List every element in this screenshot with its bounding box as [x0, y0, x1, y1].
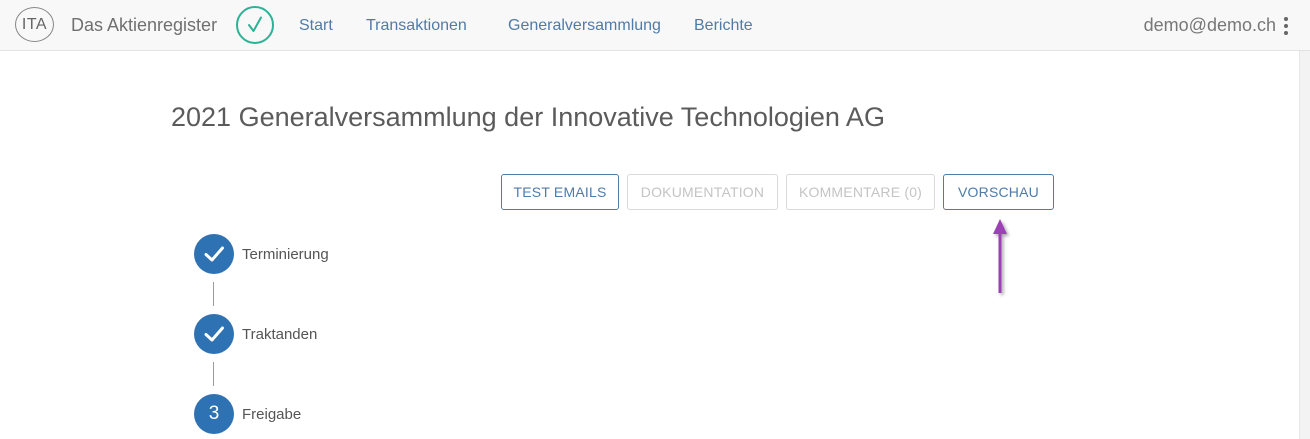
step-label-freigabe[interactable]: Freigabe	[242, 406, 301, 423]
nav-transaktionen[interactable]: Transaktionen	[366, 17, 467, 35]
step-connector	[213, 282, 214, 306]
user-email: demo@demo.ch	[1143, 15, 1276, 35]
nav-berichte[interactable]: Berichte	[694, 17, 753, 35]
dokumentation-button[interactable]: DOKUMENTATION	[627, 174, 778, 210]
page-title: 2021 Generalversammlung der Innovative T…	[171, 102, 885, 132]
annotation-arrow-icon	[993, 219, 1007, 293]
check-icon	[236, 6, 274, 44]
vorschau-button[interactable]: VORSCHAU	[943, 174, 1054, 210]
step-connector	[213, 362, 214, 386]
scrollbar[interactable]	[1299, 51, 1310, 439]
logo-text: ITA	[21, 15, 48, 33]
step-done-icon	[194, 314, 234, 354]
more-vert-icon[interactable]	[1284, 16, 1288, 35]
app-name[interactable]: Das Aktienregister	[71, 15, 217, 36]
step-done-icon	[194, 234, 234, 274]
test-emails-button[interactable]: TEST EMAILS	[501, 174, 619, 210]
step-label-traktanden[interactable]: Traktanden	[242, 326, 317, 343]
step-number-badge: 3	[194, 394, 234, 434]
user-menu[interactable]: demo@demo.ch	[1144, 15, 1288, 36]
nav-start[interactable]: Start	[299, 17, 333, 35]
logo[interactable]: ITA	[15, 7, 54, 42]
step-number: 3	[208, 403, 220, 424]
step-label-terminierung[interactable]: Terminierung	[242, 246, 329, 263]
nav-generalversammlung[interactable]: Generalversammlung	[508, 17, 661, 35]
kommentare-button[interactable]: KOMMENTARE (0)	[786, 174, 935, 210]
top-navbar: ITA Das Aktienregister Start Transaktion…	[0, 0, 1310, 51]
